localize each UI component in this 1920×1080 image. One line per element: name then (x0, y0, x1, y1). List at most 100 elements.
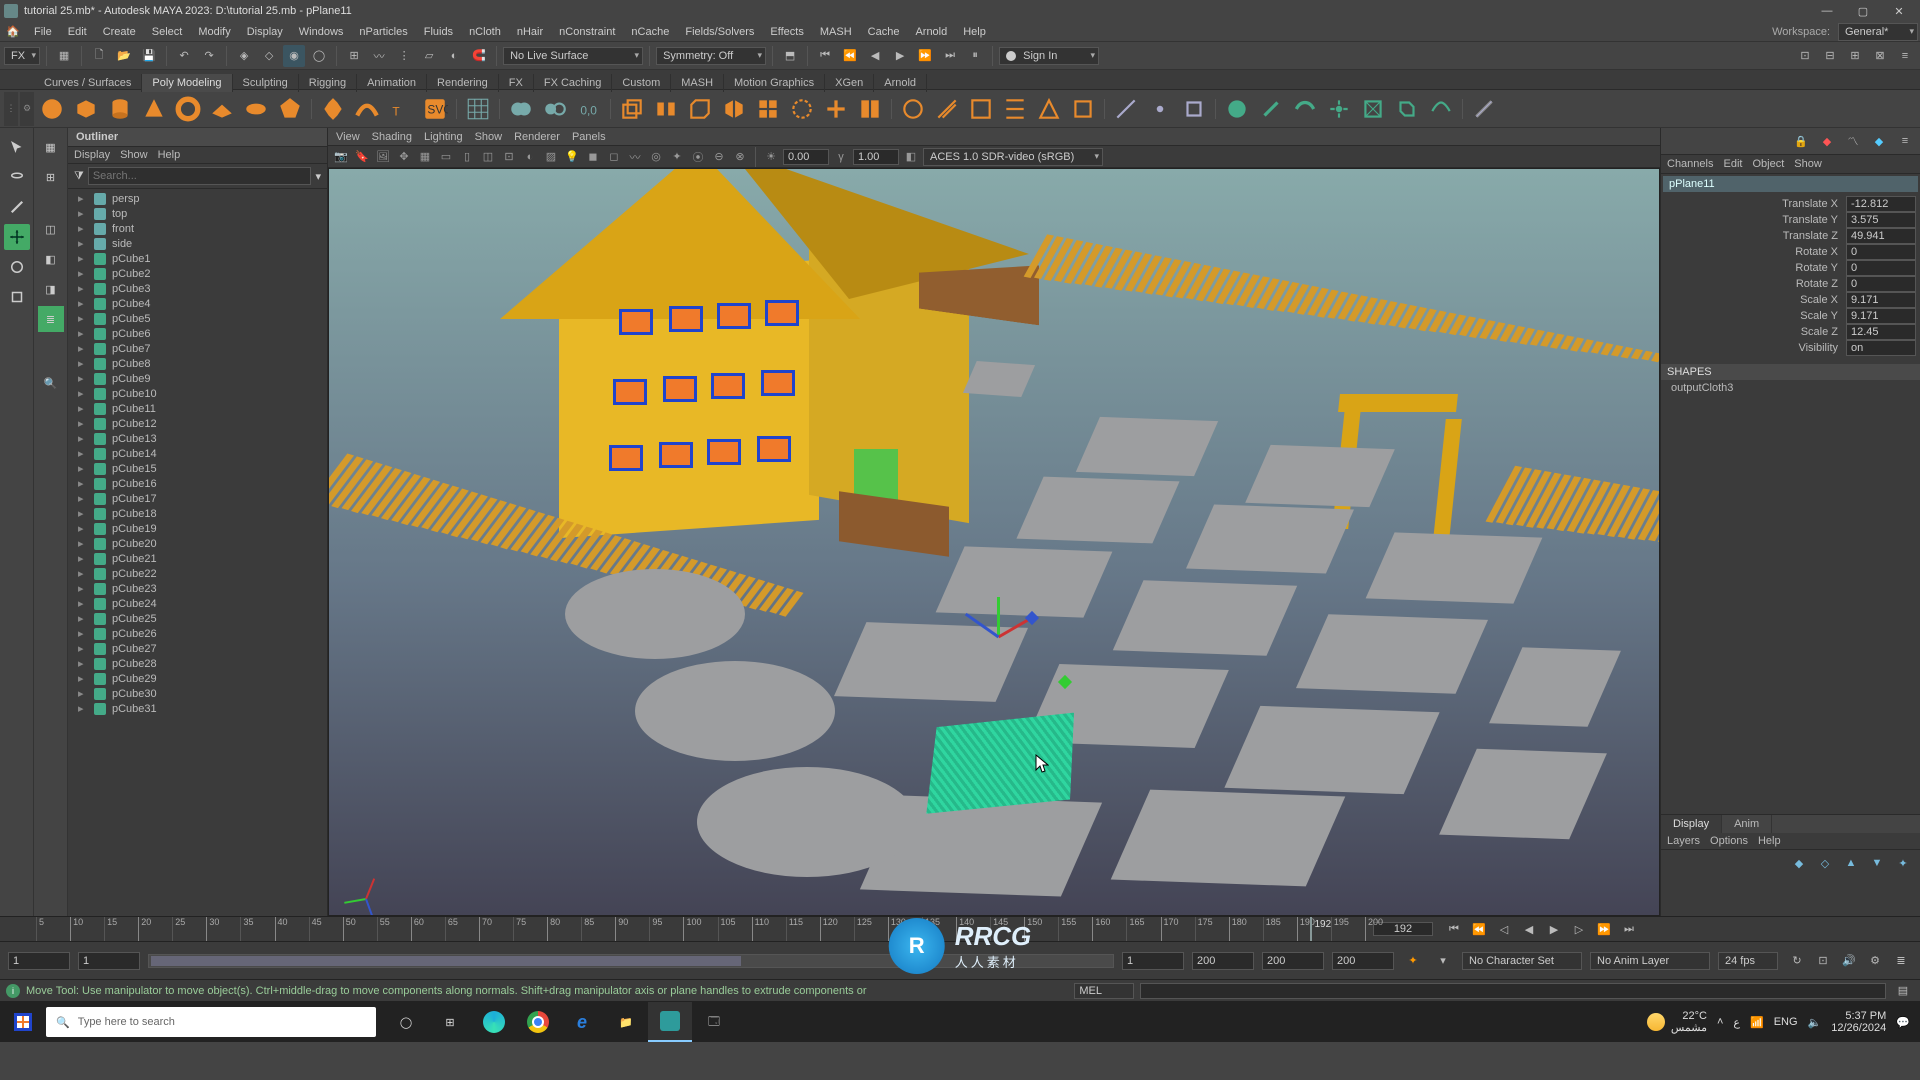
viewport[interactable]: RRCG (328, 168, 1660, 916)
cortana-icon[interactable]: ◯ (384, 1002, 428, 1042)
ch-menu-channels[interactable]: Channels (1667, 158, 1713, 170)
dropdown-icon[interactable]: ▾ (315, 170, 321, 183)
attr-value[interactable]: 49.941 (1846, 228, 1916, 244)
toggle-attribute-editor-icon[interactable]: ⊞ (1844, 45, 1866, 67)
camera-node[interactable]: ▸persp (74, 191, 327, 206)
play-back-icon[interactable]: ◀ (864, 45, 886, 67)
single-perspective-icon[interactable]: ▦ (38, 134, 64, 160)
toggle-modeling-toolkit-icon[interactable]: ⊡ (1794, 45, 1816, 67)
svg-import-icon[interactable]: SVG (419, 93, 451, 125)
module-dropdown[interactable]: FX (4, 47, 40, 65)
range-start-outer[interactable] (8, 952, 70, 970)
vp-xray-icon[interactable]: ⊖ (710, 148, 728, 166)
outliner-menu-help[interactable]: Help (158, 149, 181, 161)
vp-menu-shading[interactable]: Shading (372, 131, 412, 143)
select-tool-icon[interactable] (4, 134, 30, 160)
layer-tab-display[interactable]: Display (1661, 815, 1722, 833)
tray-chevron-icon[interactable]: ˄ (1717, 1016, 1723, 1028)
snap-grid-icon[interactable]: ⊞ (343, 45, 365, 67)
mesh-node[interactable]: ▸pCube22 (74, 566, 327, 581)
vp-menu-view[interactable]: View (336, 131, 360, 143)
mesh-node[interactable]: ▸pCube21 (74, 551, 327, 566)
step-forward-icon[interactable]: ⏩ (914, 45, 936, 67)
shelf-tab-rigging[interactable]: Rigging (299, 74, 357, 92)
lasso-tool-icon[interactable] (4, 164, 30, 190)
task-view-icon[interactable]: ⊞ (428, 1002, 472, 1042)
layer-menu-help[interactable]: Help (1758, 835, 1781, 847)
four-view-icon[interactable]: ⊞ (38, 164, 64, 190)
close-button[interactable]: ✕ (1882, 1, 1916, 21)
file-open-icon[interactable]: 📂 (113, 45, 135, 67)
menu-windows[interactable]: Windows (291, 24, 352, 40)
outliner-search-input[interactable] (88, 167, 312, 185)
layer-menu-layers[interactable]: Layers (1667, 835, 1700, 847)
attr-value[interactable]: 0 (1846, 276, 1916, 292)
vp-wire-icon[interactable]: ⊡ (500, 148, 518, 166)
remesh-icon[interactable] (999, 93, 1031, 125)
play-forward-button[interactable]: ▶ (1543, 919, 1565, 939)
mesh-node[interactable]: ▸pCube2 (74, 266, 327, 281)
mesh-node[interactable]: ▸pCube5 (74, 311, 327, 326)
poke-icon[interactable] (1323, 93, 1355, 125)
play-backward-button[interactable]: ◀ (1518, 919, 1540, 939)
command-input[interactable] (1140, 983, 1886, 999)
separate-icon[interactable] (539, 93, 571, 125)
fill-hole-icon[interactable] (786, 93, 818, 125)
edge-icon[interactable] (472, 1002, 516, 1042)
audio-icon[interactable]: 🔊 (1838, 950, 1860, 972)
color-mgmt-icon[interactable]: ◧ (902, 148, 920, 166)
mesh-node[interactable]: ▸pCube24 (74, 596, 327, 611)
poly-cylinder-icon[interactable] (104, 93, 136, 125)
vp-2d-pan-icon[interactable]: ✥ (395, 148, 413, 166)
mesh-node[interactable]: ▸pCube25 (74, 611, 327, 626)
reduce-icon[interactable] (931, 93, 963, 125)
menu-cache[interactable]: Cache (860, 24, 908, 40)
mesh-node[interactable]: ▸pCube4 (74, 296, 327, 311)
vp-menu-lighting[interactable]: Lighting (424, 131, 463, 143)
menu-ncache[interactable]: nCache (623, 24, 677, 40)
mesh-node[interactable]: ▸pCube12 (74, 416, 327, 431)
layer-move-up-icon[interactable]: ▲ (1840, 852, 1862, 874)
anim-layer-dropdown[interactable]: No Anim Layer (1590, 952, 1710, 970)
move-tool-icon[interactable] (4, 224, 30, 250)
ch-menu-object[interactable]: Object (1752, 158, 1784, 170)
toggle-tool-settings-icon[interactable]: ⊠ (1869, 45, 1891, 67)
live-icon[interactable]: 🧲 (468, 45, 490, 67)
tray-notifications-icon[interactable]: 💬 (1896, 1016, 1910, 1029)
vp-menu-panels[interactable]: Panels (572, 131, 606, 143)
rhs-lock-icon[interactable]: 🔒 (1790, 130, 1812, 152)
vp-menu-renderer[interactable]: Renderer (514, 131, 560, 143)
rhs-menu-icon[interactable]: ≡ (1894, 130, 1916, 152)
mel-label[interactable]: MEL (1074, 983, 1134, 999)
live-surface-dropdown[interactable]: No Live Surface (503, 47, 643, 65)
go-to-start-icon[interactable]: ⏮ (814, 45, 836, 67)
paint-select-tool-icon[interactable] (4, 194, 30, 220)
taskbar-search[interactable]: 🔍 Type here to search (46, 1007, 376, 1037)
menu-fields-solvers[interactable]: Fields/Solvers (677, 24, 762, 40)
shelf-tab-poly-modeling[interactable]: Poly Modeling (142, 74, 232, 92)
prefs-icon[interactable]: ⚙ (1864, 950, 1886, 972)
layout2-icon[interactable]: ◧ (38, 246, 64, 272)
lasso-select-icon[interactable]: ◉ (283, 45, 305, 67)
mesh-node[interactable]: ▸pCube20 (74, 536, 327, 551)
search-icon[interactable]: 🔍 (38, 370, 64, 396)
file-new-icon[interactable]: 🗋 (88, 45, 110, 67)
time-slider[interactable]: 5101520253035404550556065707580859095100… (0, 916, 1920, 942)
script-editor-icon[interactable]: ▤ (1892, 980, 1914, 1002)
scale-tool-icon[interactable] (4, 284, 30, 310)
menu-display[interactable]: Display (239, 24, 291, 40)
shape-name[interactable]: outputCloth3 (1661, 380, 1920, 396)
selection-name[interactable]: pPlane11 (1663, 176, 1918, 192)
vp-gamma-icon[interactable]: γ (832, 148, 850, 166)
range-slider[interactable] (148, 954, 1114, 968)
redo-icon[interactable]: ↷ (198, 45, 220, 67)
account-signin[interactable]: Sign In (999, 47, 1099, 65)
vp-grid-icon[interactable]: ▦ (416, 148, 434, 166)
snap-point-icon[interactable]: ⋮ (393, 45, 415, 67)
vp-dof-icon[interactable]: ◎ (647, 148, 665, 166)
range-options-icon[interactable]: ⊡ (1812, 950, 1834, 972)
attr-value[interactable]: 9.171 (1846, 292, 1916, 308)
shelf-tab-animation[interactable]: Animation (357, 74, 427, 92)
autokey-icon[interactable]: ✦ (1402, 950, 1424, 972)
snap-plane-icon[interactable]: ▱ (418, 45, 440, 67)
